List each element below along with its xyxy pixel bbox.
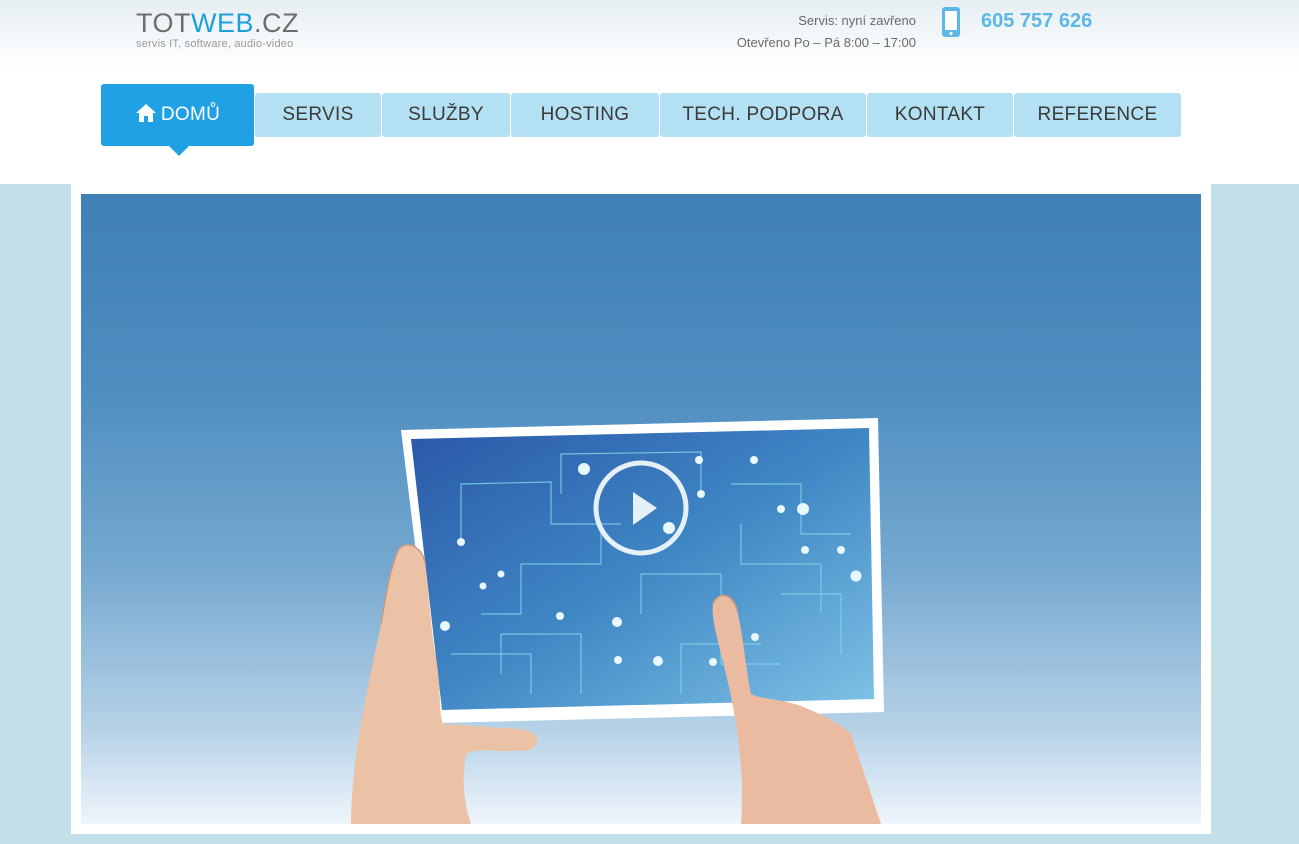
hero-illustration <box>351 418 884 824</box>
service-info: Servis: nyní zavřeno Otevřeno Po – Pá 8:… <box>737 10 916 54</box>
hero-image <box>81 194 1201 824</box>
tablet <box>401 418 884 723</box>
opening-hours: Otevřeno Po – Pá 8:00 – 17:00 <box>736 35 916 50</box>
phone-number[interactable]: 605 757 626 <box>981 10 1092 33</box>
nav-item-kontakt[interactable]: KONTAKT <box>867 93 1013 137</box>
nav-item-tech-podpora[interactable]: TECH. PODPORA <box>660 93 866 137</box>
nav-item-reference[interactable]: REFERENCE <box>1014 93 1181 137</box>
phone-icon <box>942 7 960 37</box>
active-indicator <box>169 146 189 156</box>
nav-label: DOMŮ <box>160 104 221 125</box>
nav-item-sluzby[interactable]: SLUŽBY <box>382 93 510 137</box>
logo-tagline: servis IT, software, audio-video <box>136 38 294 50</box>
home-icon <box>135 104 156 122</box>
nav-item-domu[interactable]: DOMŮ <box>101 84 254 156</box>
site-logo[interactable]: TOTWEB.CZ servis IT, software, audio-vid… <box>136 8 299 50</box>
service-status: Servis: nyní zavřeno <box>798 13 916 28</box>
nav-item-servis[interactable]: SERVIS <box>255 93 381 137</box>
nav-item-hosting[interactable]: HOSTING <box>511 93 659 137</box>
main-nav: DOMŮ SERVIS SLUŽBY HOSTING TECH. PODPORA… <box>101 84 1181 156</box>
logo-text: TOTWEB.CZ <box>136 8 300 38</box>
